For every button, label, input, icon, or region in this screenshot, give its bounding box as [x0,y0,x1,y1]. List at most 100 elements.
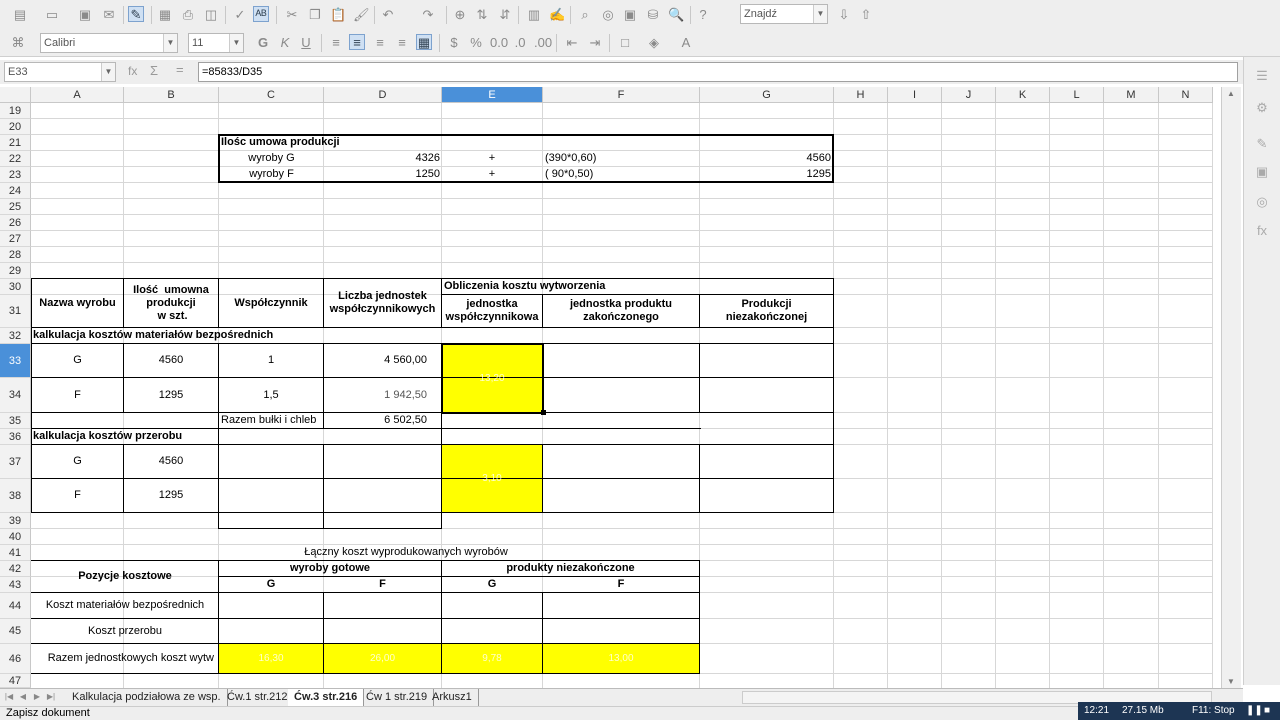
row-header[interactable]: 37 [0,445,31,479]
cell-e30[interactable]: Obliczenia kosztu wytworzenia [442,279,833,294]
email-icon[interactable]: ✉ [101,7,117,23]
italic-icon[interactable]: K [277,35,293,51]
column-header-l[interactable]: L [1050,87,1104,103]
row-header[interactable]: 42 [0,561,31,577]
cell-d34[interactable]: 1 942,50 [324,378,429,412]
cell-f46[interactable]: 13,00 [543,644,699,673]
row-header[interactable]: 45 [0,619,31,644]
cell-d22[interactable]: 4326 [324,151,442,166]
row-header[interactable]: 32 [0,328,31,344]
help-icon[interactable]: ? [695,7,711,23]
row-header[interactable]: 39 [0,513,31,529]
row-header[interactable]: 34 [0,378,31,413]
increase-indent-icon[interactable]: ⇥ [587,35,603,51]
print-preview-icon[interactable]: ◫ [203,7,219,23]
column-header-g[interactable]: G [700,87,834,103]
row-header[interactable]: 22 [0,151,31,167]
pause-icon[interactable]: ❚❚ [1246,702,1263,720]
column-header-b[interactable]: B [124,87,219,103]
cell-f43[interactable]: F [543,577,699,592]
find-replace-icon[interactable]: ⌕ [577,7,593,23]
redo-icon[interactable]: ↷ [420,7,436,23]
draw-icon[interactable]: ✍ [549,7,565,23]
find-input[interactable]: Znajdź ▼ [740,4,828,24]
scroll-down-icon[interactable]: ▼ [1227,677,1235,686]
row-header[interactable]: 31 [0,295,31,328]
cell-a46[interactable]: Razem jednostkowych koszt wytw [32,644,218,673]
undo-icon[interactable]: ↶ [380,7,396,23]
chevron-down-icon[interactable]: ▼ [163,34,177,52]
column-header-n[interactable]: N [1159,87,1213,103]
sort-ascending-icon[interactable]: ⇅ [474,7,490,23]
cell-c30[interactable]: Współczynnik [219,279,323,327]
bold-icon[interactable]: G [255,35,271,51]
sheet-tab-active[interactable]: Ćw.3 str.216 [288,689,365,706]
row-header[interactable]: 43 [0,577,31,593]
scroll-up-icon[interactable]: ▲ [1227,89,1235,98]
copy-icon[interactable]: ❐ [307,7,323,23]
navigator-icon[interactable]: ◎ [1253,193,1271,211]
export-pdf-icon[interactable]: ▦ [157,7,173,23]
new-document-icon[interactable]: ▤ [12,7,28,23]
column-header-f[interactable]: F [543,87,700,103]
cell-b37[interactable]: 4560 [124,445,218,478]
cell-b30[interactable]: Ilość umowna produkcji w szt. [124,279,218,327]
font-size-field[interactable]: 11 ▼ [188,33,244,53]
autospellcheck-icon[interactable]: ᴬᴮ [253,6,269,22]
properties-icon[interactable]: ⚙ [1253,99,1271,117]
row-header[interactable]: 26 [0,215,31,231]
row-header[interactable]: 35 [0,413,31,429]
prev-sheet-icon[interactable]: ◀ [18,691,28,703]
sheet-tab[interactable]: Ćw.1 str.212 [221,689,295,706]
cell-g23[interactable]: 1295 [700,167,833,182]
borders-icon[interactable]: □ [617,35,633,51]
add-decimal-icon[interactable]: .0 [512,35,528,51]
chevron-down-icon[interactable]: ▼ [101,63,115,81]
cell-d30[interactable]: Liczba jednostek współczynnikowych [324,279,441,327]
cell-e46[interactable]: 9,78 [442,644,542,673]
print-icon[interactable]: ⎙ [180,7,196,23]
styles-icon[interactable]: ⌘ [10,35,26,51]
cell-c41[interactable]: Łączny koszt wyprodukowanych wyrobów [219,545,593,560]
cell-d33[interactable]: 4 560,00 [324,344,429,377]
navigator-icon[interactable]: ◎ [600,7,616,23]
save-icon[interactable]: ▣ [77,7,93,23]
cell-a42[interactable]: Pozycje kosztowe [32,561,218,592]
row-header[interactable]: 28 [0,247,31,263]
cell-c33[interactable]: 1 [219,344,323,377]
font-name-field[interactable]: Calibri ▼ [40,33,178,53]
cell-b34[interactable]: 1295 [124,378,218,412]
currency-icon[interactable]: $ [446,35,462,51]
select-all-corner[interactable] [0,87,31,103]
chevron-down-icon[interactable]: ▼ [813,5,827,23]
cell-a38[interactable]: F [32,479,123,512]
cell-e31[interactable]: jednostka współczynnikowa [442,295,542,327]
remove-decimal-icon[interactable]: .00 [534,35,552,51]
spellcheck-icon[interactable]: ✓ [232,7,248,23]
cell-d23[interactable]: 1250 [324,167,442,182]
cell-d43[interactable]: F [324,577,441,592]
decrease-indent-icon[interactable]: ⇤ [564,35,580,51]
row-header[interactable]: 44 [0,593,31,619]
cell-c23[interactable]: wyroby F [219,167,324,182]
number-format-icon[interactable]: 0.0 [490,35,508,51]
next-sheet-icon[interactable]: ▶ [32,691,42,703]
row-header[interactable]: 30 [0,279,31,295]
row-header[interactable]: 21 [0,135,31,151]
cell-e33[interactable]: 13,20 [442,344,542,413]
gallery-icon[interactable]: ▣ [1253,163,1271,181]
row-header[interactable]: 33 [0,344,31,378]
zoom-icon[interactable]: 🔍 [668,7,684,23]
align-left-icon[interactable]: ≡ [328,35,344,51]
underline-icon[interactable]: U [298,35,314,51]
column-header-a[interactable]: A [31,87,124,103]
font-color-icon[interactable]: A [678,35,694,51]
function-icon[interactable]: = [176,62,184,77]
percent-icon[interactable]: % [468,35,484,51]
cell-e43[interactable]: G [442,577,542,592]
paste-icon[interactable]: 📋 [330,7,346,23]
cell-f22[interactable]: (390*0,60) [543,151,700,166]
justify-icon[interactable]: ≡ [394,35,410,51]
last-sheet-icon[interactable]: ▶| [46,691,56,703]
column-header-h[interactable]: H [834,87,888,103]
